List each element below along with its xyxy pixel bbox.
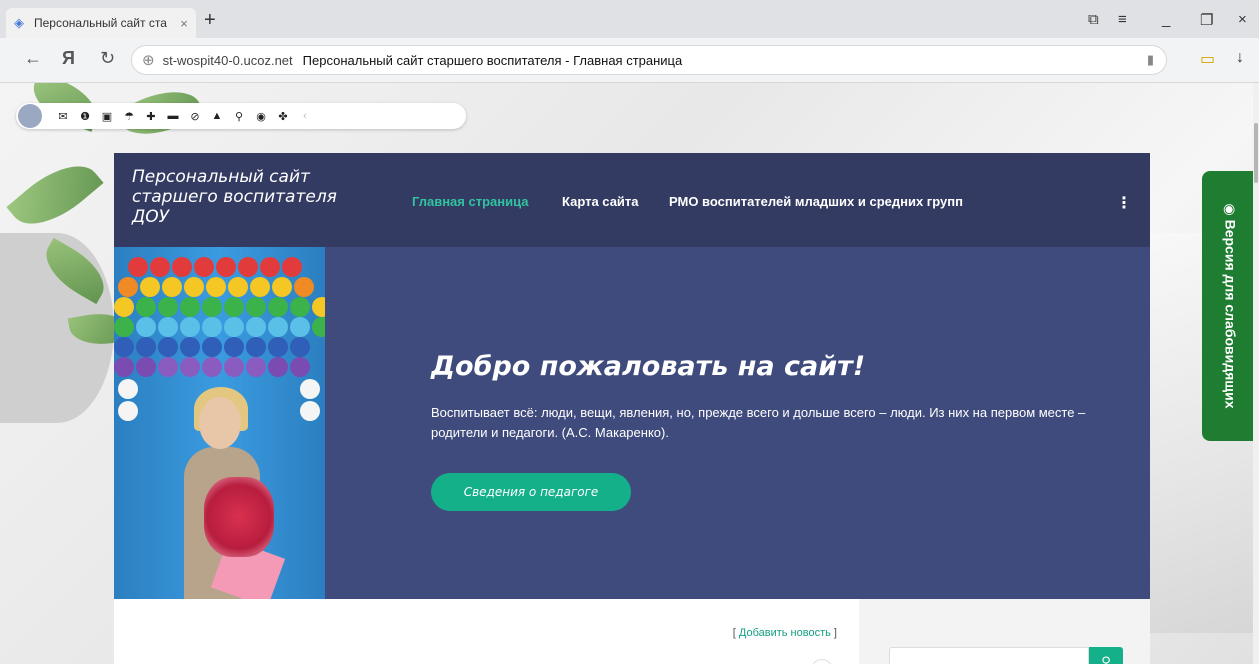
search-input[interactable] [889, 647, 1089, 664]
balloon-row [128, 257, 304, 277]
browser-menu-icon[interactable]: ≡ [1118, 11, 1127, 28]
design-icon[interactable]: ☂ [118, 110, 140, 123]
new-tab-button[interactable]: + [204, 9, 216, 32]
info-icon[interactable]: ❶ [74, 110, 96, 123]
yandex-icon[interactable]: Я [62, 48, 75, 69]
hero-quote: Воспитывает всё: люди, вещи, явления, но… [431, 405, 1086, 440]
more-menu-icon[interactable]: ⋮ [1116, 193, 1132, 213]
back-icon[interactable]: ← [24, 48, 42, 69]
background-leaf [6, 149, 104, 241]
hero-section: Добро пожаловать на сайт! Воспитывает вс… [114, 247, 1150, 599]
accessibility-label: Версия для слабовидящих [1222, 219, 1239, 409]
tabs-list-icon[interactable]: ⧉ [1088, 11, 1099, 28]
ucoz-toolbar: ✉ ❶ ▣ ☂ ✚ ▬ ⊘ ▲ ⚲ ◉ ✤ ‹ [16, 103, 466, 129]
balloon-row [118, 277, 316, 297]
search-icon[interactable]: ⚲ [228, 110, 250, 123]
scrollbar-thumb[interactable] [1254, 123, 1258, 183]
url-page-title: Персональный сайт старшего воспитателя -… [302, 52, 683, 68]
balloon-row [114, 337, 312, 357]
block-icon[interactable]: ⊘ [184, 110, 206, 123]
download-icon[interactable]: ↓ [1236, 49, 1244, 67]
favicon-icon: ◈ [14, 15, 24, 30]
reload-icon[interactable]: ↻ [100, 48, 115, 69]
teacher-photo [114, 247, 325, 599]
address-bar[interactable]: ⊕ st-wospit40-0.ucoz.net Персональный са… [132, 46, 1166, 74]
collapse-icon[interactable]: ‹ [294, 110, 316, 122]
globe-icon: ⊕ [142, 52, 155, 69]
photo-bouquet [204, 477, 274, 557]
page-viewport: ✉ ❶ ▣ ☂ ✚ ▬ ⊘ ▲ ⚲ ◉ ✤ ‹ Персональный сай… [0, 83, 1259, 664]
balloon-row [114, 317, 325, 337]
add-news-link-wrapper: [ Добавить новость ] [732, 627, 837, 639]
site-header: Персональный сайт старшего воспитателя Д… [114, 153, 1150, 247]
bell-icon[interactable]: ▲ [206, 110, 228, 122]
page-scrollbar[interactable] [1253, 83, 1259, 664]
add-icon[interactable]: ✚ [140, 110, 162, 123]
main-content: [ Добавить новость ] [114, 599, 859, 664]
browser-tab-bar: ◈ Персональный сайт ста × + ⧉ ≡ _ ❐ × [0, 0, 1259, 38]
mail-icon[interactable]: ✉ [52, 110, 74, 123]
restore-icon[interactable]: ❐ [1200, 11, 1213, 29]
url-host: st-wospit40-0.ucoz.net [162, 52, 293, 68]
eye-icon[interactable]: ◉ [250, 110, 272, 123]
menu-item-rmo[interactable]: РМО воспитателей младших и средних групп [669, 194, 963, 209]
battery-icon[interactable]: ▭ [1200, 49, 1215, 69]
puzzle-icon[interactable]: ✤ [272, 110, 294, 123]
teacher-info-button[interactable]: Сведения о педагоге [431, 473, 631, 511]
add-news-link[interactable]: Добавить новость [739, 627, 831, 639]
accessibility-version-tab[interactable]: ◉ Версия для слабовидящих [1202, 171, 1258, 441]
user-avatar[interactable] [18, 104, 42, 128]
site-logo[interactable]: Персональный сайт старшего воспитателя Д… [132, 167, 372, 227]
bookmark-icon[interactable]: ▮ [1147, 52, 1154, 68]
sidebar: ⚲ [859, 599, 1150, 664]
browser-tab[interactable]: ◈ Персональный сайт ста × [6, 8, 196, 38]
minimize-icon[interactable]: _ [1162, 11, 1170, 28]
window-close-icon[interactable]: × [1238, 11, 1247, 28]
tab-close-icon[interactable]: × [176, 16, 192, 31]
rating-circle[interactable] [811, 659, 833, 664]
menu-item-sitemap[interactable]: Карта сайта [562, 194, 639, 209]
balloon-row [114, 297, 325, 317]
site-container: Персональный сайт старшего воспитателя Д… [114, 153, 1150, 664]
balloon-row [114, 357, 312, 377]
tab-title: Персональный сайт ста [34, 16, 167, 30]
hero-title: Добро пожаловать на сайт! [431, 351, 866, 382]
pages-icon[interactable]: ▣ [96, 110, 118, 123]
eye-icon: ◉ [1222, 203, 1239, 216]
search-button[interactable]: ⚲ [1089, 647, 1123, 664]
folder-icon[interactable]: ▬ [162, 110, 184, 122]
browser-toolbar: ← Я ↻ ⊕ st-wospit40-0.ucoz.net Персональ… [0, 38, 1259, 83]
menu-item-home[interactable]: Главная страница [412, 194, 528, 209]
